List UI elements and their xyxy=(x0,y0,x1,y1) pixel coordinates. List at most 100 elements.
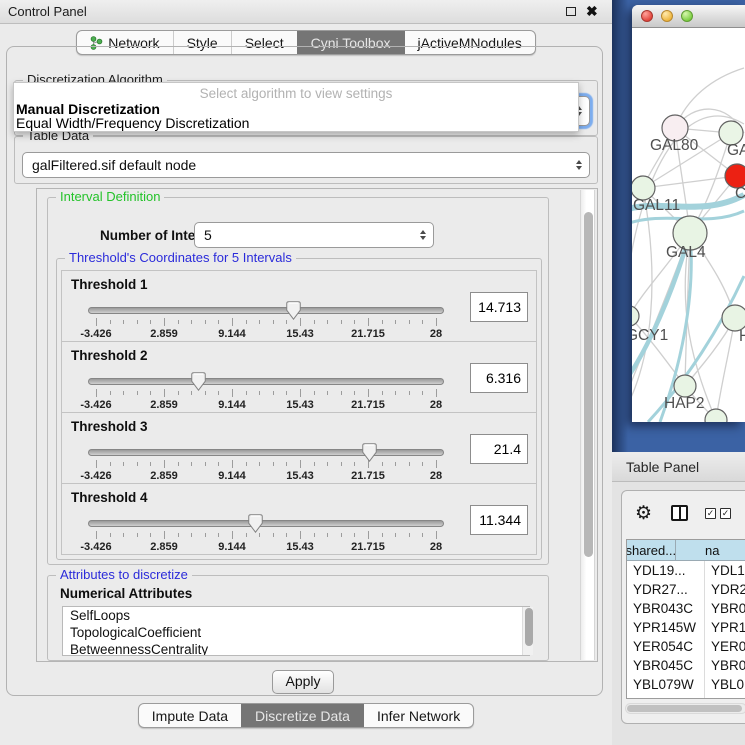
table-row[interactable]: YBR043CYBR0 xyxy=(627,599,745,618)
numerical-attributes-list[interactable]: SelfLoopsTopologicalCoefficientBetweenne… xyxy=(62,606,530,656)
table-row[interactable]: YPR145WYPR1 xyxy=(627,618,745,637)
cell-shared-name: YLR345W xyxy=(627,694,705,699)
tick-label: 15.43 xyxy=(286,399,314,411)
apply-button[interactable]: Apply xyxy=(272,670,334,694)
tick-mark xyxy=(123,391,124,395)
threshold-value-field[interactable]: 21.4 xyxy=(470,434,528,464)
tick-mark xyxy=(232,460,233,468)
settings-scrollbar-thumb[interactable] xyxy=(584,212,593,557)
tick-label: 28 xyxy=(430,328,442,340)
table-row[interactable]: YDL19...YDL1 xyxy=(627,561,745,580)
number-of-intervals-value: 5 xyxy=(204,227,212,243)
table-row[interactable]: YBL079WYBL0 xyxy=(627,675,745,694)
gear-icon[interactable]: ⚙ xyxy=(635,504,652,523)
network-node-gcy1[interactable] xyxy=(632,306,639,326)
mac-minimize-icon[interactable] xyxy=(661,10,673,22)
tick-label: 2.859 xyxy=(150,470,178,482)
tick-label: 15.43 xyxy=(286,470,314,482)
threshold-value-field[interactable]: 11.344 xyxy=(470,505,528,535)
attributes-scrollbar-thumb[interactable] xyxy=(525,608,533,646)
network-node-label: GCY1 xyxy=(632,327,668,344)
network-node[interactable] xyxy=(705,409,727,422)
algorithm-option-equal-width-frequency-discretization[interactable]: Equal Width/Frequency Discretization xyxy=(16,115,249,131)
slider-thumb[interactable] xyxy=(286,301,301,320)
attribute-item-betweennesscentrality[interactable]: BetweennessCentrality xyxy=(63,641,529,656)
combo-arrows-icon xyxy=(420,230,426,240)
table-hscrollbar[interactable] xyxy=(625,703,745,714)
slider-thumb[interactable] xyxy=(248,514,263,533)
tick-label: 21.715 xyxy=(351,328,385,340)
tick-mark xyxy=(368,389,369,397)
threshold-slider-1[interactable]: -3.4262.8599.14415.4321.71528 xyxy=(88,301,444,341)
thresholds-group: Threshold's Coordinates for 5 Intervals … xyxy=(56,258,542,560)
tick-mark xyxy=(164,460,165,468)
slider-thumb[interactable] xyxy=(191,372,206,391)
combo-arrows-icon xyxy=(576,160,582,170)
threshold-label: Threshold 2 xyxy=(71,348,148,363)
tick-mark xyxy=(327,533,328,537)
tick-mark xyxy=(327,320,328,324)
tick-mark xyxy=(436,389,437,397)
columns-icon[interactable] xyxy=(671,505,688,521)
tick-mark xyxy=(422,533,423,537)
threshold-slider-4[interactable]: -3.4262.8599.14415.4321.71528 xyxy=(88,514,444,554)
attributes-group: Attributes to discretize Numerical Attri… xyxy=(47,575,549,661)
bottom-tab-impute-data[interactable]: Impute Data xyxy=(139,704,241,727)
tick-mark xyxy=(273,391,274,395)
column-header-na[interactable]: na xyxy=(676,540,745,561)
number-of-intervals-combobox[interactable]: 5 xyxy=(194,222,434,248)
threshold-value-field[interactable]: 14.713 xyxy=(470,292,528,322)
tick-label: -3.426 xyxy=(80,328,111,340)
tick-label: 9.144 xyxy=(218,328,246,340)
tick-mark xyxy=(382,391,383,395)
settings-scrollbar[interactable] xyxy=(580,190,595,660)
tick-mark xyxy=(164,389,165,397)
mac-close-icon[interactable] xyxy=(641,10,653,22)
bottom-tab-infer-network[interactable]: Infer Network xyxy=(363,704,473,727)
checkbox-icon[interactable]: ✓ xyxy=(720,508,731,519)
table-row[interactable]: YDR27...YDR2 xyxy=(627,580,745,599)
tick-mark xyxy=(232,389,233,397)
table-hscrollbar-thumb[interactable] xyxy=(627,705,742,712)
threshold-label: Threshold 3 xyxy=(71,419,148,434)
attribute-item-selfloops[interactable]: SelfLoops xyxy=(63,607,529,624)
tick-mark xyxy=(436,318,437,326)
threshold-rows: Threshold 1-3.4262.8599.14415.4321.71528… xyxy=(61,271,537,555)
slider-thumb[interactable] xyxy=(362,443,377,462)
tick-mark xyxy=(422,391,423,395)
threshold-slider-2[interactable]: -3.4262.8599.14415.4321.71528 xyxy=(88,372,444,412)
table-data-combobox[interactable]: galFiltered.sif default node xyxy=(22,152,590,178)
table-row[interactable]: YER054CYER0 xyxy=(627,637,745,656)
column-header-shared[interactable]: shared... xyxy=(627,540,676,561)
cyni-bottom-tabs: Impute DataDiscretize DataInfer Network xyxy=(138,703,474,728)
threshold-slider-3[interactable]: -3.4262.8599.14415.4321.71528 xyxy=(88,443,444,483)
tick-mark xyxy=(246,391,247,395)
close-icon[interactable]: ✖ xyxy=(586,3,598,20)
table-row[interactable]: YLR345WYLR3 xyxy=(627,694,745,699)
mac-zoom-icon[interactable] xyxy=(681,10,693,22)
tick-mark xyxy=(382,462,383,466)
checkbox-icon[interactable]: ✓ xyxy=(705,508,716,519)
attribute-item-topologicalcoefficient[interactable]: TopologicalCoefficient xyxy=(63,624,529,641)
bottom-tab-discretize-data[interactable]: Discretize Data xyxy=(241,704,363,727)
threshold-value-field[interactable]: 6.316 xyxy=(470,363,528,393)
float-window-icon[interactable] xyxy=(566,7,576,16)
network-node-hap2[interactable] xyxy=(674,375,696,397)
node-table[interactable]: shared...na YDL19...YDL1YDR27...YDR2YBR0… xyxy=(626,539,745,699)
tick-mark xyxy=(395,320,396,324)
tick-label: -3.426 xyxy=(80,399,111,411)
tick-mark xyxy=(137,391,138,395)
table-row[interactable]: YBR045CYBR0 xyxy=(627,656,745,675)
cell-name: YER0 xyxy=(705,639,745,654)
network-view-window: GAL80GACGAL11GAL4GCY1HHAP2 xyxy=(632,5,745,422)
slider-ticks xyxy=(96,530,436,540)
tick-mark xyxy=(314,391,315,395)
tick-mark xyxy=(110,320,111,324)
network-canvas[interactable]: GAL80GACGAL11GAL4GCY1HHAP2 xyxy=(632,28,745,422)
tick-mark xyxy=(286,320,287,324)
network-node-label: C xyxy=(735,185,745,202)
attributes-scrollbar[interactable] xyxy=(522,607,533,655)
cell-shared-name: YDR27... xyxy=(627,580,705,599)
slider-tick-labels: -3.4262.8599.14415.4321.71528 xyxy=(96,328,436,341)
tick-mark xyxy=(178,533,179,537)
